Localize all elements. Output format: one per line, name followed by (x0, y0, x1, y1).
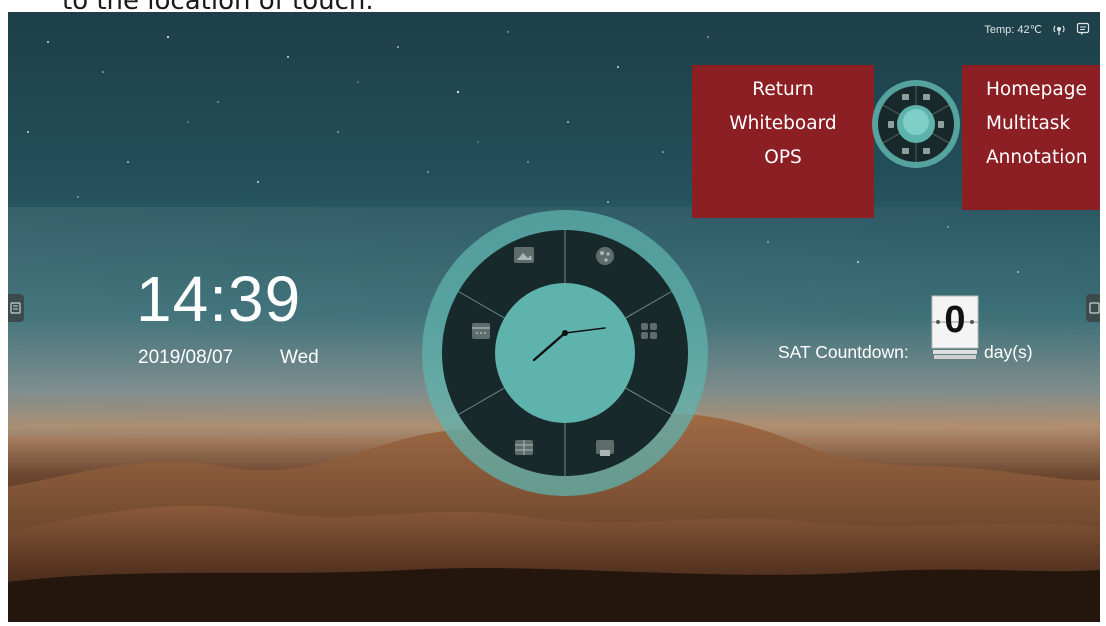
tools-icon (902, 94, 909, 100)
countdown-label: SAT Countdown: (778, 342, 909, 362)
countdown-flip-card: 0 (931, 295, 979, 361)
clock-weekday: Wed (280, 347, 319, 368)
countdown-unit: day(s) (984, 342, 1033, 362)
temperature-label: Temp: 42℃ (984, 23, 1042, 36)
palette-icon[interactable] (596, 247, 614, 265)
message-icon[interactable] (1076, 22, 1090, 36)
countdown-value: 0 (944, 299, 966, 341)
home-icon (888, 121, 894, 128)
table-icon[interactable] (515, 440, 533, 455)
callout-whiteboard: Whiteboard (729, 113, 837, 134)
network-icon[interactable] (1052, 22, 1066, 36)
callout-return: Return (752, 79, 814, 100)
clock-time: 14:39 (136, 263, 302, 335)
main-launcher-dial (422, 210, 708, 496)
image-icon[interactable] (514, 247, 534, 263)
basket-icon (923, 94, 930, 100)
status-bar: Temp: 42℃ (984, 22, 1090, 36)
home-screen: Temp: 42℃ 14:39 2019/08/07 Wed Return Wh… (8, 12, 1100, 622)
callout-multitask: Multitask (986, 113, 1071, 134)
calendar-icon[interactable] (472, 323, 490, 339)
callout-ops: OPS (764, 147, 802, 168)
clock-date: 2019/08/07 (138, 347, 234, 368)
callout-left: Return Whiteboard OPS (692, 65, 874, 218)
callout-homepage: Homepage (986, 79, 1087, 100)
callout-right: Homepage Multitask Annotation (962, 65, 1100, 210)
shapes-icon (902, 148, 909, 154)
screen-share-icon[interactable] (596, 440, 614, 456)
window-icon (938, 121, 944, 128)
pen-icon (923, 148, 930, 154)
callout-annotation: Annotation (986, 147, 1088, 168)
right-sidebar-toggle[interactable] (1086, 294, 1100, 322)
left-sidebar-toggle[interactable] (8, 294, 24, 322)
floating-menu-dial[interactable] (872, 80, 960, 168)
